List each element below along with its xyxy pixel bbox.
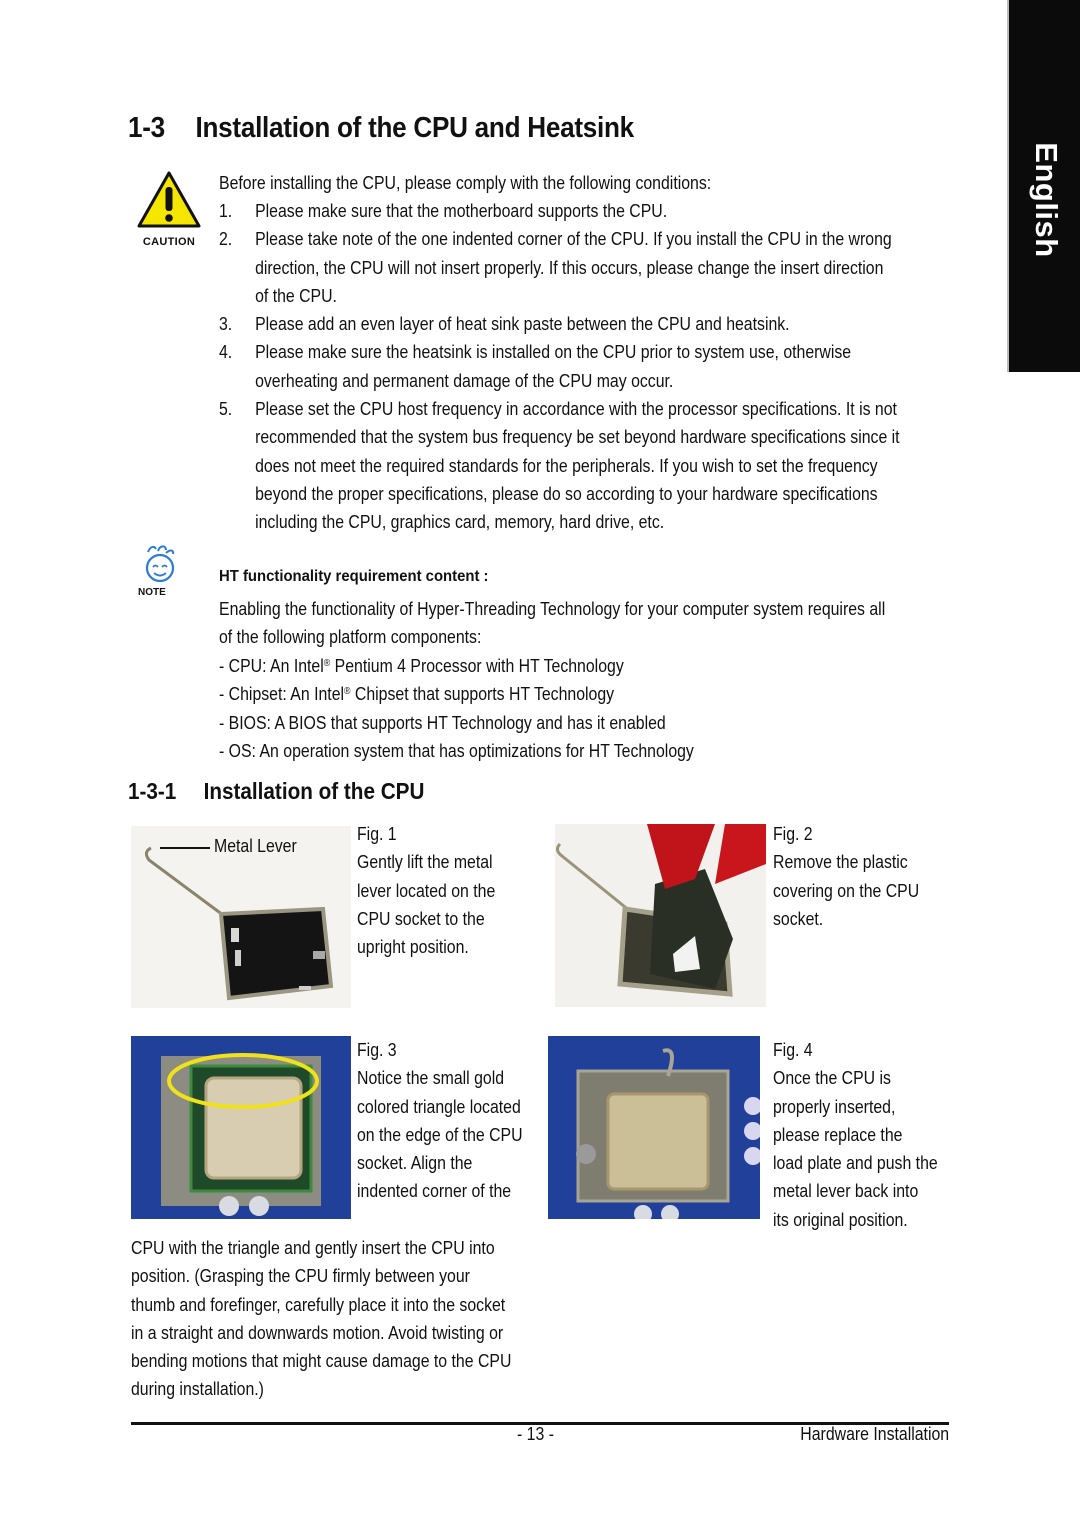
- caution-intro: Before installing the CPU, please comply…: [219, 173, 712, 193]
- condition-text-line: beyond the proper specifications, please…: [255, 483, 878, 504]
- condition-text-line: direction, the CPU will not insert prope…: [255, 257, 884, 278]
- condition-number: 3.: [219, 314, 233, 335]
- figure-caption-line: Gently lift the metal: [357, 852, 493, 873]
- condition-text-line: Please make sure that the motherboard su…: [255, 201, 668, 221]
- note-title: HT functionality requirement content :: [219, 568, 489, 585]
- condition-text-line: of the CPU.: [255, 285, 337, 306]
- figure-caption-line: its original position.: [773, 1209, 908, 1230]
- metal-lever-callout-line: [160, 847, 210, 849]
- ht-component-text: - Chipset: An Intel: [219, 684, 345, 705]
- figure-caption-line: metal lever back into: [773, 1181, 919, 1202]
- section-number: 1-3: [128, 112, 165, 144]
- ht-component-item: - CPU: An Intel® Pentium 4 Processor wit…: [219, 652, 694, 680]
- figure-caption-line: on the edge of the CPU: [357, 1124, 523, 1145]
- fig3-caption: Fig. 3 Notice the small gold colored trian…: [357, 1036, 523, 1206]
- subsection-number: 1-3-1: [128, 778, 177, 804]
- ht-components-list: - CPU: An Intel® Pentium 4 Processor wit…: [219, 652, 694, 765]
- condition-number: 4.: [219, 342, 233, 363]
- metal-lever-label: Metal Lever: [214, 836, 297, 856]
- figure-label: Fig. 1: [357, 824, 397, 844]
- figure-caption-line: upright position.: [357, 937, 469, 958]
- condition-number: 1.: [219, 201, 233, 221]
- fig1-caption: Fig. 1 Gently lift the metal lever located…: [357, 820, 495, 961]
- condition-text-line: Please add an even layer of heat sink pa…: [255, 314, 790, 335]
- ht-component-text: Pentium 4 Processor with HT Technology: [330, 656, 624, 676]
- figure-label: Fig. 2: [773, 824, 813, 844]
- subsection-heading: 1-3-1 Installation of the CPU: [128, 778, 424, 805]
- figure-caption-line: please replace the: [773, 1124, 903, 1145]
- figure-caption-line: colored triangle located: [357, 1096, 521, 1117]
- ht-component-text: - OS: An operation system that has optim…: [219, 740, 694, 761]
- ht-component-item: - Chipset: An Intel® Chipset that suppor…: [219, 680, 694, 708]
- figure-caption-line: socket.: [773, 908, 824, 929]
- figure-caption-line: Once the CPU is: [773, 1068, 891, 1089]
- figure-caption-line: covering on the CPU: [773, 880, 920, 901]
- page-number: - 13 -: [517, 1424, 554, 1444]
- figure-caption-line: indented corner of the: [357, 1181, 512, 1202]
- caution-condition-item: 2. Please take note of the one indented c…: [219, 225, 949, 310]
- condition-text-line: including the CPU, graphics card, memory…: [255, 512, 665, 533]
- condition-text-line: recommended that the system bus frequenc…: [255, 427, 900, 448]
- continuation-line: during installation.): [131, 1379, 264, 1400]
- section-title: Installation of the CPU and Heatsink: [195, 112, 635, 144]
- note-description: Enabling the functionality of Hyper-Thre…: [219, 595, 885, 652]
- condition-number: 5.: [219, 399, 233, 420]
- note-desc-line: Enabling the functionality of Hyper-Thre…: [219, 599, 886, 619]
- condition-text-line: Please set the CPU host frequency in acc…: [255, 399, 897, 420]
- note-icon: NOTE: [136, 543, 180, 599]
- caution-icon-label: CAUTION: [142, 236, 196, 248]
- caution-conditions-list: 1. Please make sure that the motherboard …: [219, 197, 1049, 537]
- figure-caption-line: Notice the small gold: [357, 1068, 505, 1089]
- condition-text-line: does not meet the required standards for…: [255, 455, 878, 476]
- ht-component-text: - BIOS: A BIOS that supports HT Technolo…: [219, 712, 666, 733]
- section-heading: 1-3 Installation of the CPU and Heatsink: [128, 112, 634, 145]
- condition-text-line: Please take note of the one indented cor…: [255, 229, 892, 250]
- fig3-cpu-alignment-photo: [131, 1036, 351, 1219]
- condition-text-line: overheating and permanent damage of the …: [255, 370, 674, 391]
- fig4-cpu-inserted-photo: [548, 1036, 760, 1219]
- continuation-line: in a straight and downwards motion. Avoi…: [131, 1322, 504, 1343]
- caution-condition-item: 5. Please set the CPU host frequency in a…: [219, 395, 949, 536]
- fig4-caption: Fig. 4 Once the CPU is properly inserted, p…: [773, 1036, 938, 1234]
- caution-condition-item: 3. Please add an even layer of heat sink …: [219, 310, 949, 338]
- ht-component-item: - BIOS: A BIOS that supports HT Technolo…: [219, 709, 694, 737]
- caution-condition-item: 1. Please make sure that the motherboard …: [219, 197, 949, 225]
- footer-section-name: Hardware Installation: [800, 1424, 949, 1444]
- figure-caption-line: properly inserted,: [773, 1096, 896, 1117]
- caution-condition-item: 4. Please make sure the heatsink is insta…: [219, 338, 949, 395]
- note-desc-line: of the following platform components:: [219, 627, 482, 648]
- figure-caption-line: load plate and push the: [773, 1153, 938, 1174]
- fig3-continuation-text: CPU with the triangle and gently insert …: [131, 1234, 511, 1404]
- continuation-line: bending motions that might cause damage …: [131, 1351, 512, 1372]
- note-icon-label: NOTE: [138, 587, 166, 598]
- figure-caption-line: lever located on the: [357, 880, 496, 901]
- figure-label: Fig. 3: [357, 1040, 397, 1060]
- figure-caption-line: socket. Align the: [357, 1153, 473, 1174]
- continuation-line: CPU with the triangle and gently insert …: [131, 1238, 495, 1258]
- fig2-caption: Fig. 2 Remove the plastic covering on the …: [773, 820, 919, 933]
- continuation-line: thumb and forefinger, carefully place it…: [131, 1294, 506, 1315]
- figure-caption-line: CPU socket to the: [357, 908, 485, 929]
- ht-component-item: - OS: An operation system that has optim…: [219, 737, 694, 765]
- ht-component-text: - CPU: An Intel: [219, 656, 324, 676]
- figure-label: Fig. 4: [773, 1040, 813, 1060]
- subsection-title: Installation of the CPU: [203, 778, 425, 804]
- condition-number: 2.: [219, 229, 233, 250]
- condition-text-line: Please make sure the heatsink is install…: [255, 342, 852, 363]
- continuation-line: position. (Grasping the CPU firmly betwe…: [131, 1266, 470, 1287]
- ht-component-text: Chipset that supports HT Technology: [350, 684, 615, 705]
- figure-caption-line: Remove the plastic: [773, 852, 908, 873]
- caution-icon: CAUTION: [136, 170, 202, 248]
- fig2-remove-cover-photo: [555, 824, 766, 1007]
